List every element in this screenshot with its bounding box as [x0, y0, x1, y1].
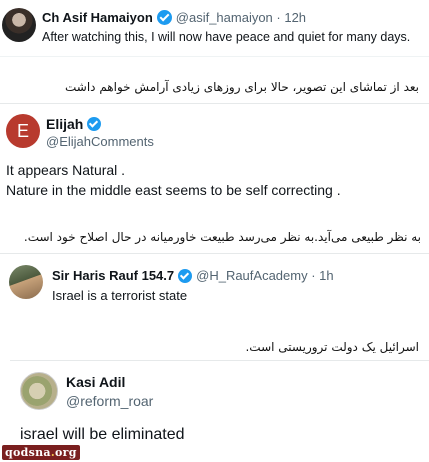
avatar-kasi[interactable] — [20, 372, 58, 410]
author-name[interactable]: Elijah — [46, 116, 83, 132]
watermark-prefix: qodsna — [5, 446, 51, 459]
tweet-2-subheader: @ElijahComments — [46, 134, 154, 149]
divider — [0, 253, 429, 254]
tweet-text: Israel is a terrorist state — [52, 288, 188, 303]
tweet-text: After watching this, I will now have pea… — [42, 30, 411, 44]
verified-badge-icon — [87, 117, 102, 131]
verified-badge-icon — [156, 10, 172, 25]
divider — [10, 360, 429, 361]
persian-translation: به نظر طبیعی می‌آید.به نظر می‌رسد طبیعت … — [23, 230, 421, 244]
avatar-haris[interactable] — [9, 265, 43, 299]
author-handle[interactable]: @H_RaufAcademy · 1h — [196, 268, 333, 283]
tweet-3-header: Sir Haris Rauf 154.7 @H_RaufAcademy · 1h — [52, 268, 334, 283]
tweet-text: israel will be eliminated — [20, 426, 185, 443]
author-name[interactable]: Ch Asif Hamaiyon — [42, 10, 153, 25]
author-name[interactable]: Sir Haris Rauf 154.7 — [52, 268, 174, 283]
tweet-card-1[interactable] — [0, 0, 429, 57]
author-handle[interactable]: @reform_roar — [66, 393, 153, 409]
persian-translation: بعد از تماشای این تصویر، حالا برای روزها… — [64, 80, 419, 94]
tweet-1-header: Ch Asif Hamaiyon @asif_hamaiyon · 12h — [42, 10, 306, 25]
author-handle[interactable]: @ElijahComments — [46, 134, 154, 149]
tweet-4-subheader: @reform_roar — [66, 393, 153, 409]
avatar-asif[interactable] — [2, 8, 36, 42]
author-name[interactable]: Kasi Adil — [66, 374, 125, 390]
watermark-logo: qodsna.org — [2, 445, 80, 460]
avatar-elijah[interactable]: E — [6, 114, 40, 148]
tweet-text-line-1: It appears Natural . — [6, 162, 126, 178]
tweet-text-line-2: Nature in the middle east seems to be se… — [6, 182, 341, 198]
tweet-2-header: Elijah — [46, 116, 105, 132]
author-handle[interactable]: @asif_hamaiyon · 12h — [176, 10, 306, 25]
watermark-suffix: org — [54, 446, 77, 459]
divider — [0, 103, 429, 104]
verified-badge-icon — [178, 268, 193, 283]
tweet-4-header: Kasi Adil — [66, 374, 125, 390]
persian-translation: اسرائیل یک دولت تروریستی است. — [245, 340, 419, 354]
